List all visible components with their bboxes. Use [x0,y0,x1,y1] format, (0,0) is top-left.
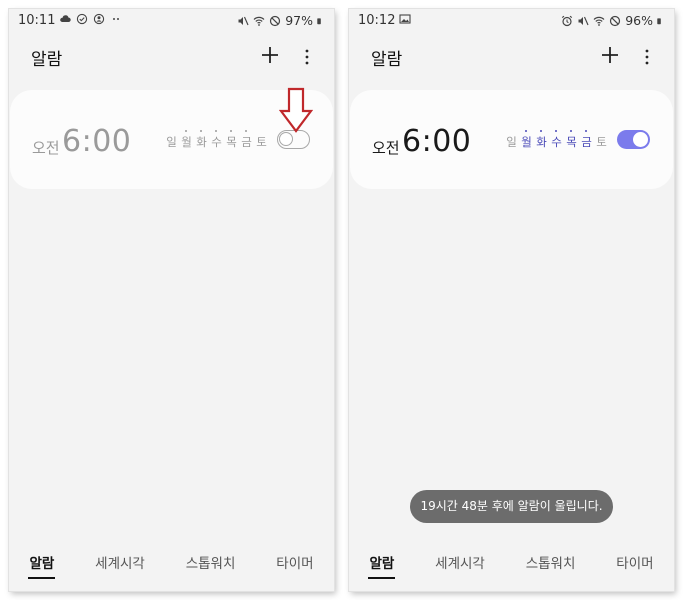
alarm-ampm: 오전 [372,139,400,157]
battery-percent: 97% [285,13,313,28]
person-circle-icon [93,13,105,25]
down-arrow-icon [279,87,313,133]
alarm-days: 일 월 화 수 목 금 토 [505,130,608,150]
day-thu: 목 [565,130,578,150]
battery-icon [657,17,661,24]
status-time: 10:12 [358,13,396,28]
tab-alarm[interactable]: 알람 [367,552,396,579]
day-wed: 수 [210,130,223,150]
day-tue: 화 [535,130,548,150]
dnd-icon [610,15,621,26]
tab-timer[interactable]: 타이머 [614,552,655,572]
cloud-icon [60,15,71,22]
day-sat: 토 [596,135,607,149]
day-fri: 금 [580,130,593,150]
alarm-clock-icon [562,15,573,26]
battery-percent: 96% [625,13,653,28]
add-alarm-button[interactable] [260,45,280,65]
day-thu: 목 [225,130,238,150]
wifi-icon [253,16,265,26]
status-bar: 10:11 97% [9,9,334,33]
check-circle-icon [76,13,88,25]
mute-icon [238,16,249,25]
tab-world-clock[interactable]: 세계시각 [433,552,487,572]
wifi-icon [593,16,605,26]
toast-message: 19시간 48분 후에 알람이 울립니다. [410,490,613,523]
tab-stopwatch[interactable]: 스톱워치 [524,552,578,572]
more-options-icon[interactable] [304,49,310,65]
status-bar: 10:12 96% [349,9,674,33]
more-options-icon[interactable] [644,49,650,65]
day-mon: 월 [180,130,193,150]
tab-world-clock[interactable]: 세계시각 [93,552,147,572]
day-sun: 일 [506,135,517,149]
bottom-tab-bar: 알람 세계시각 스톱워치 타이머 [9,552,334,579]
day-sun: 일 [166,135,177,149]
tab-timer[interactable]: 타이머 [274,552,315,572]
alarm-ampm: 오전 [32,139,60,157]
alarm-toggle-on[interactable] [617,130,650,149]
phone-screen-before: 10:11 97% 알람 오전 6:00 일 월 화 수 목 금 토 알람 세계… [9,9,334,591]
mute-icon [578,16,589,25]
toggle-knob [633,132,648,147]
day-wed: 수 [550,130,563,150]
tab-stopwatch[interactable]: 스톱워치 [184,552,238,572]
more-dots-icon [113,18,119,20]
day-sat: 토 [256,135,267,149]
phone-screen-after: 10:12 96% 알람 오전 6:00 일 월 화 수 목 금 토 19시간 … [349,9,674,591]
alarm-card[interactable]: 오전 6:00 일 월 화 수 목 금 토 [350,90,673,189]
dnd-icon [270,15,281,26]
status-time: 10:11 [18,13,56,28]
image-icon [399,14,411,24]
day-mon: 월 [520,130,533,150]
tab-alarm[interactable]: 알람 [27,552,56,579]
alarm-time: 6:00 [62,124,132,159]
toggle-knob [279,132,293,146]
page-title: 알람 [31,50,63,70]
day-fri: 금 [240,130,253,150]
bottom-tab-bar: 알람 세계시각 스톱워치 타이머 [349,552,674,579]
page-title: 알람 [371,50,403,70]
alarm-time: 6:00 [402,124,472,159]
battery-icon [317,17,321,24]
add-alarm-button[interactable] [600,45,620,65]
alarm-days: 일 월 화 수 목 금 토 [165,130,268,150]
day-tue: 화 [195,130,208,150]
